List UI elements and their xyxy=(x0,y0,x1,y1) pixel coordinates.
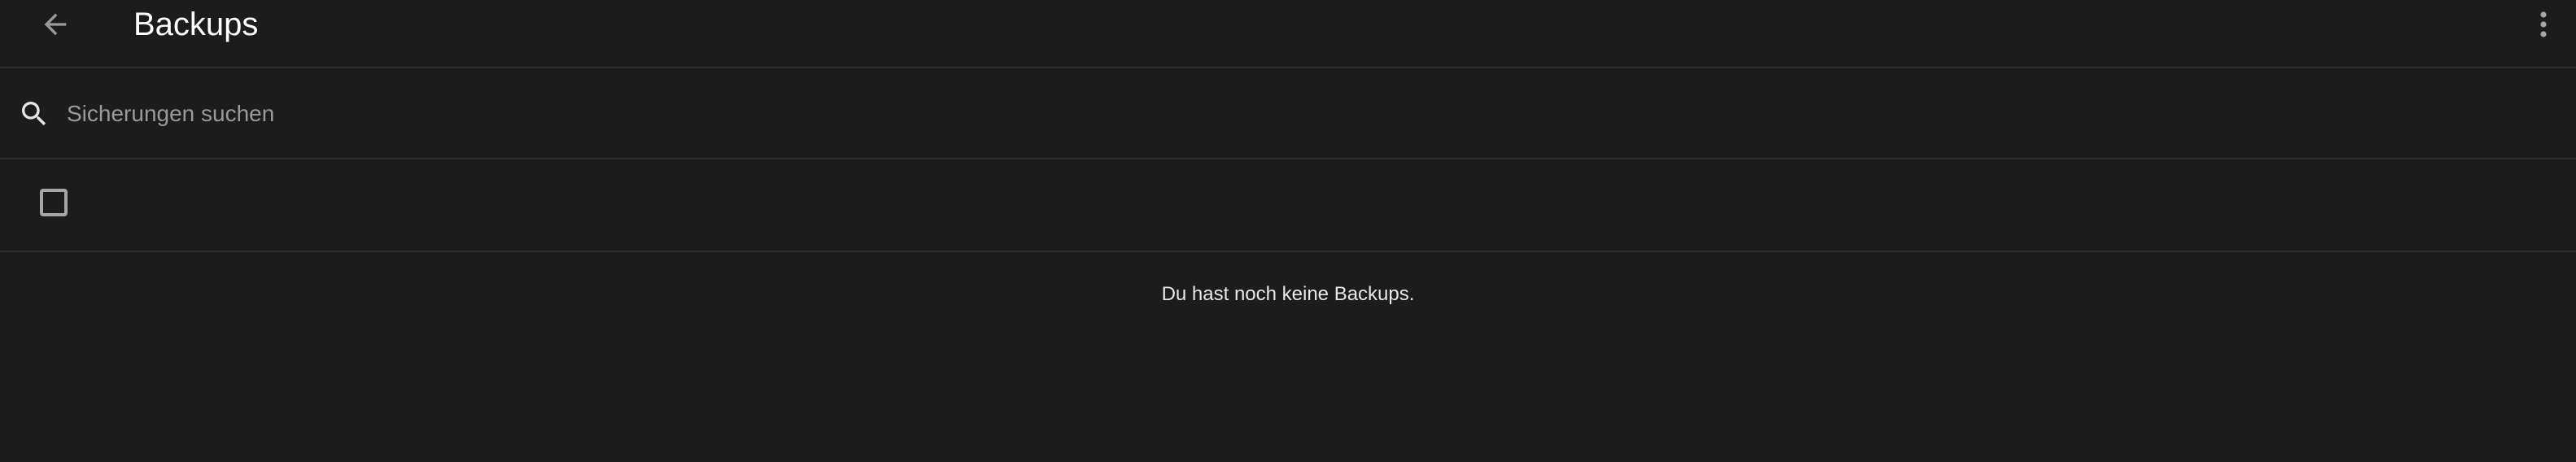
arrow-left-icon xyxy=(39,8,72,45)
more-options-button[interactable] xyxy=(2527,3,2560,49)
search-input[interactable] xyxy=(67,93,2524,135)
back-button[interactable] xyxy=(29,3,81,49)
backups-screen: Backups Du hast noch keine Backups. xyxy=(0,0,2576,462)
select-all-row xyxy=(0,159,2576,252)
search-bar xyxy=(0,68,2576,159)
empty-state-message: Du hast noch keine Backups. xyxy=(1161,283,1415,305)
top-app-bar: Backups xyxy=(0,0,2576,68)
page-title: Backups xyxy=(133,7,259,42)
select-all-checkbox[interactable] xyxy=(40,189,68,216)
search-icon xyxy=(18,98,50,130)
more-vertical-icon xyxy=(2539,8,2548,45)
